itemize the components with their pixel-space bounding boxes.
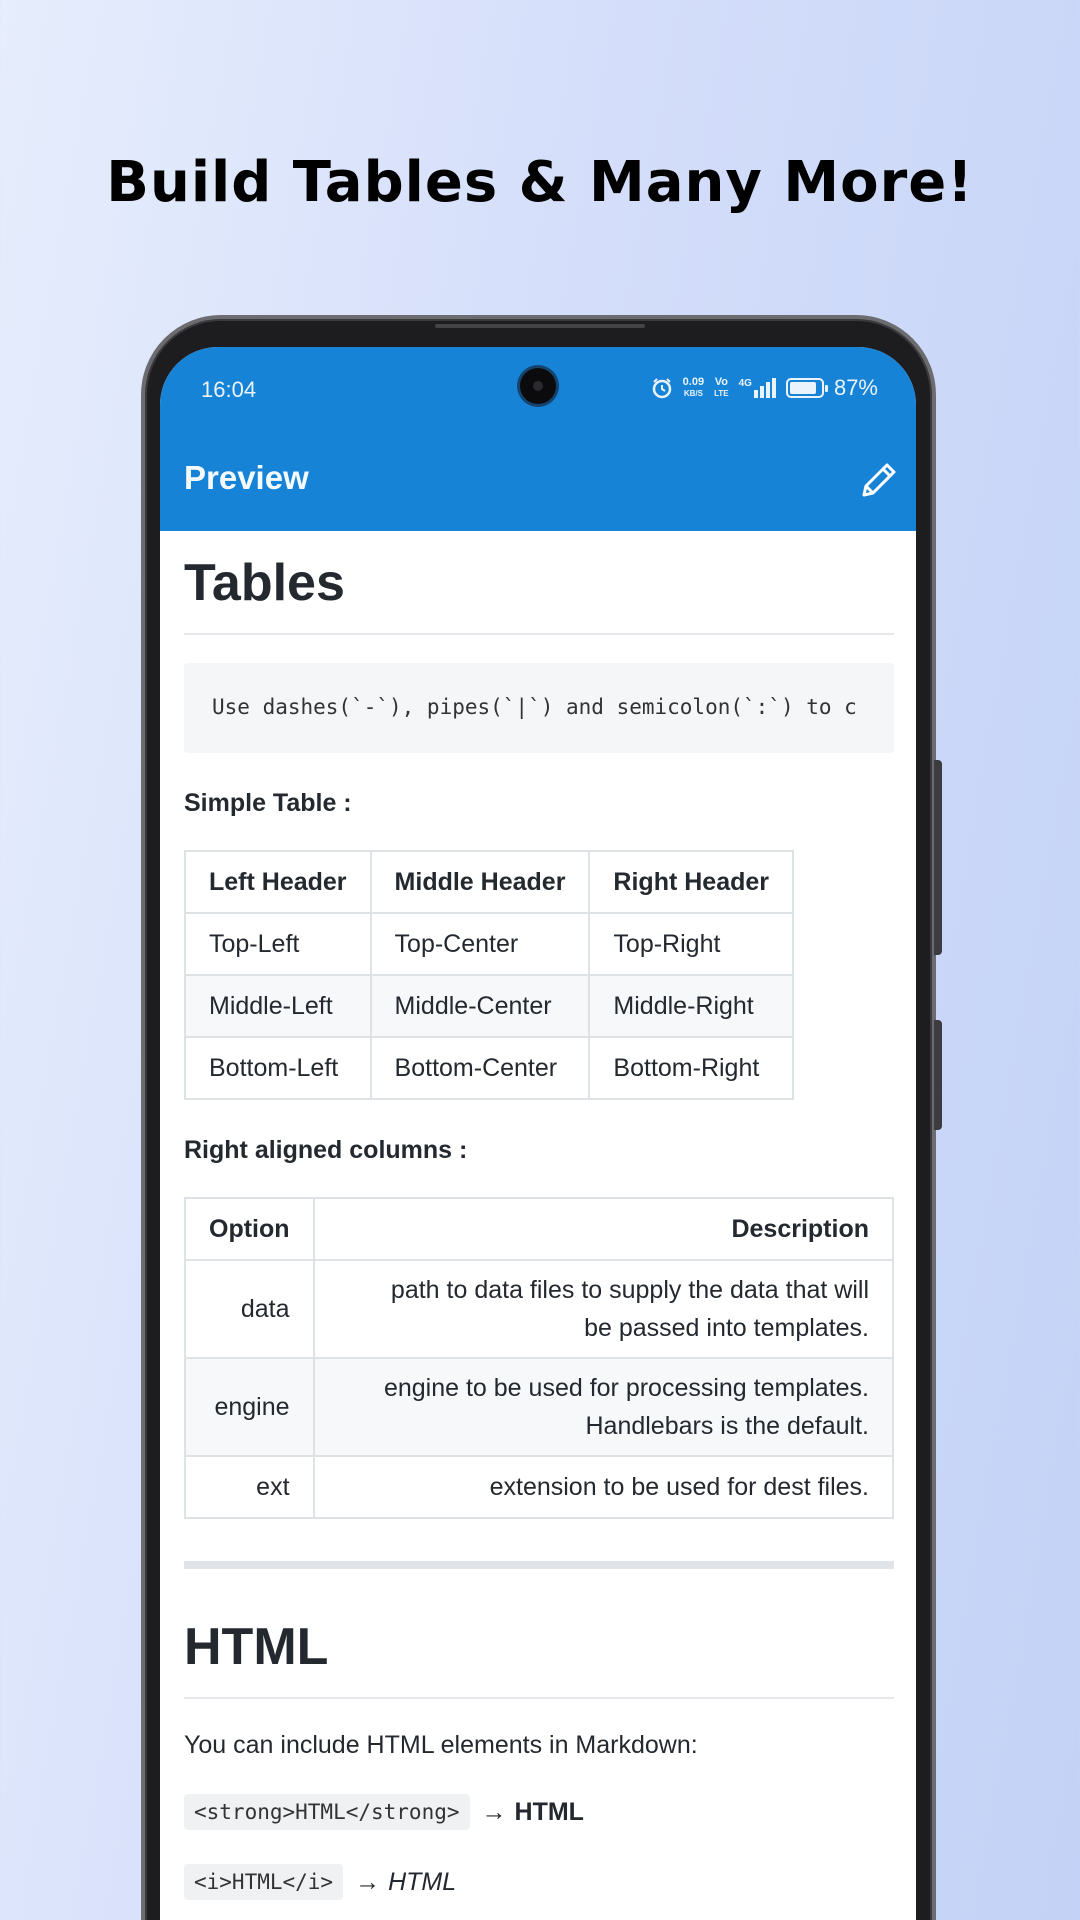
table-header-cell: Left Header (184, 850, 372, 914)
table-cell: Top-Right (588, 912, 795, 976)
page-title: Preview (184, 459, 309, 496)
cell-line: be passed into templates. (584, 1314, 869, 1342)
tables-heading: Tables (184, 531, 894, 635)
pencil-icon[interactable] (856, 457, 902, 503)
table-cell: Top-Left (184, 912, 372, 976)
status-icons: 0.09 KB/S Vo LTE 4G 87% (651, 375, 878, 401)
right-aligned-label: Right aligned columns : (184, 1136, 468, 1164)
html-example-italic: <i>HTML</i> → HTML (184, 1864, 894, 1900)
phone-earpiece (435, 324, 645, 328)
table-cell: Bottom-Right (588, 1036, 795, 1100)
volume-button (934, 760, 942, 955)
battery-percent: 87% (833, 375, 878, 400)
table-header-cell: Right Header (588, 850, 795, 914)
table-cell: data (184, 1259, 315, 1359)
inline-code: <i>HTML</i> (184, 1864, 344, 1900)
rendered-italic: HTML (388, 1867, 457, 1896)
net-speed: 0.09 KB/S (683, 377, 704, 399)
table-cell: path to data files to supply the data th… (312, 1259, 895, 1359)
table-row: Middle-Left Middle-Center Middle-Right (184, 974, 795, 1038)
simple-table-label: Simple Table : (184, 789, 352, 817)
volte-top: Vo (714, 376, 728, 388)
arrow: → (355, 1867, 381, 1896)
table-cell: ext (184, 1455, 315, 1519)
table-cell: Bottom-Center (369, 1036, 591, 1100)
power-button (934, 1020, 942, 1130)
code-block[interactable]: Use dashes(`-`), pipes(`|`) and semicolo… (184, 663, 894, 753)
status-time: 16:04 (201, 377, 257, 402)
rendered-strong: HTML (514, 1797, 584, 1826)
table-row: Bottom-Left Bottom-Center Bottom-Right (184, 1036, 795, 1100)
table-cell: Bottom-Left (184, 1036, 372, 1100)
table-cell: Middle-Left (184, 974, 372, 1038)
inline-code: <strong>HTML</strong> (184, 1794, 470, 1830)
cell-line: path to data files to supply the data th… (390, 1276, 869, 1304)
cell-line: engine to be used for processing templat… (383, 1374, 869, 1402)
table-cell: engine to be used for processing templat… (312, 1357, 895, 1457)
volte-indicator: Vo LTE (714, 377, 729, 399)
table-header-cell: Description (312, 1197, 895, 1261)
table-cell: Middle-Right (588, 974, 795, 1038)
phone-screen: 16:04 0.09 KB/S Vo LTE 4G 87% Preview Ta… (160, 347, 916, 1920)
arrow: → (481, 1797, 507, 1826)
cell-line: Handlebars is the default. (585, 1412, 869, 1440)
table-row: Top-Left Top-Center Top-Right (184, 912, 795, 976)
signal-icon: 4G (739, 378, 776, 398)
html-intro: You can include HTML elements in Markdow… (184, 1731, 698, 1759)
net-speed-unit: KB/S (683, 389, 703, 398)
battery-fill (789, 382, 817, 394)
app-bar: 16:04 0.09 KB/S Vo LTE 4G 87% Preview (160, 347, 916, 531)
battery-icon (785, 378, 828, 398)
cell-line: extension to be used for dest files. (489, 1473, 869, 1501)
html-heading: HTML (184, 1569, 894, 1699)
right-aligned-table: Option Description data path to data fil… (184, 1197, 895, 1519)
markdown-preview[interactable]: Tables Use dashes(`-`), pipes(`|`) and s… (160, 531, 916, 1900)
table-cell: Middle-Center (369, 974, 591, 1038)
net-speed-value: 0.09 (682, 376, 705, 388)
table-header-cell: Option (184, 1197, 315, 1261)
simple-table: Left Header Middle Header Right Header T… (184, 850, 795, 1100)
horizontal-rule (184, 1561, 894, 1569)
table-row: data path to data files to supply the da… (184, 1259, 895, 1359)
alarm-icon (652, 378, 671, 399)
table-cell: engine (184, 1357, 315, 1457)
volte-bottom: LTE (714, 389, 729, 398)
html-example-strong: <strong>HTML</strong> → HTML (184, 1794, 894, 1830)
promo-headline: Build Tables & Many More! (106, 150, 974, 215)
table-header-cell: Middle Header (369, 850, 591, 914)
network-type: 4G (738, 378, 752, 389)
table-cell: extension to be used for dest files. (312, 1455, 895, 1519)
table-cell: Top-Center (369, 912, 591, 976)
front-camera (520, 368, 556, 404)
table-row: ext extension to be used for dest files. (184, 1455, 895, 1519)
table-row: engine engine to be used for processing … (184, 1357, 895, 1457)
